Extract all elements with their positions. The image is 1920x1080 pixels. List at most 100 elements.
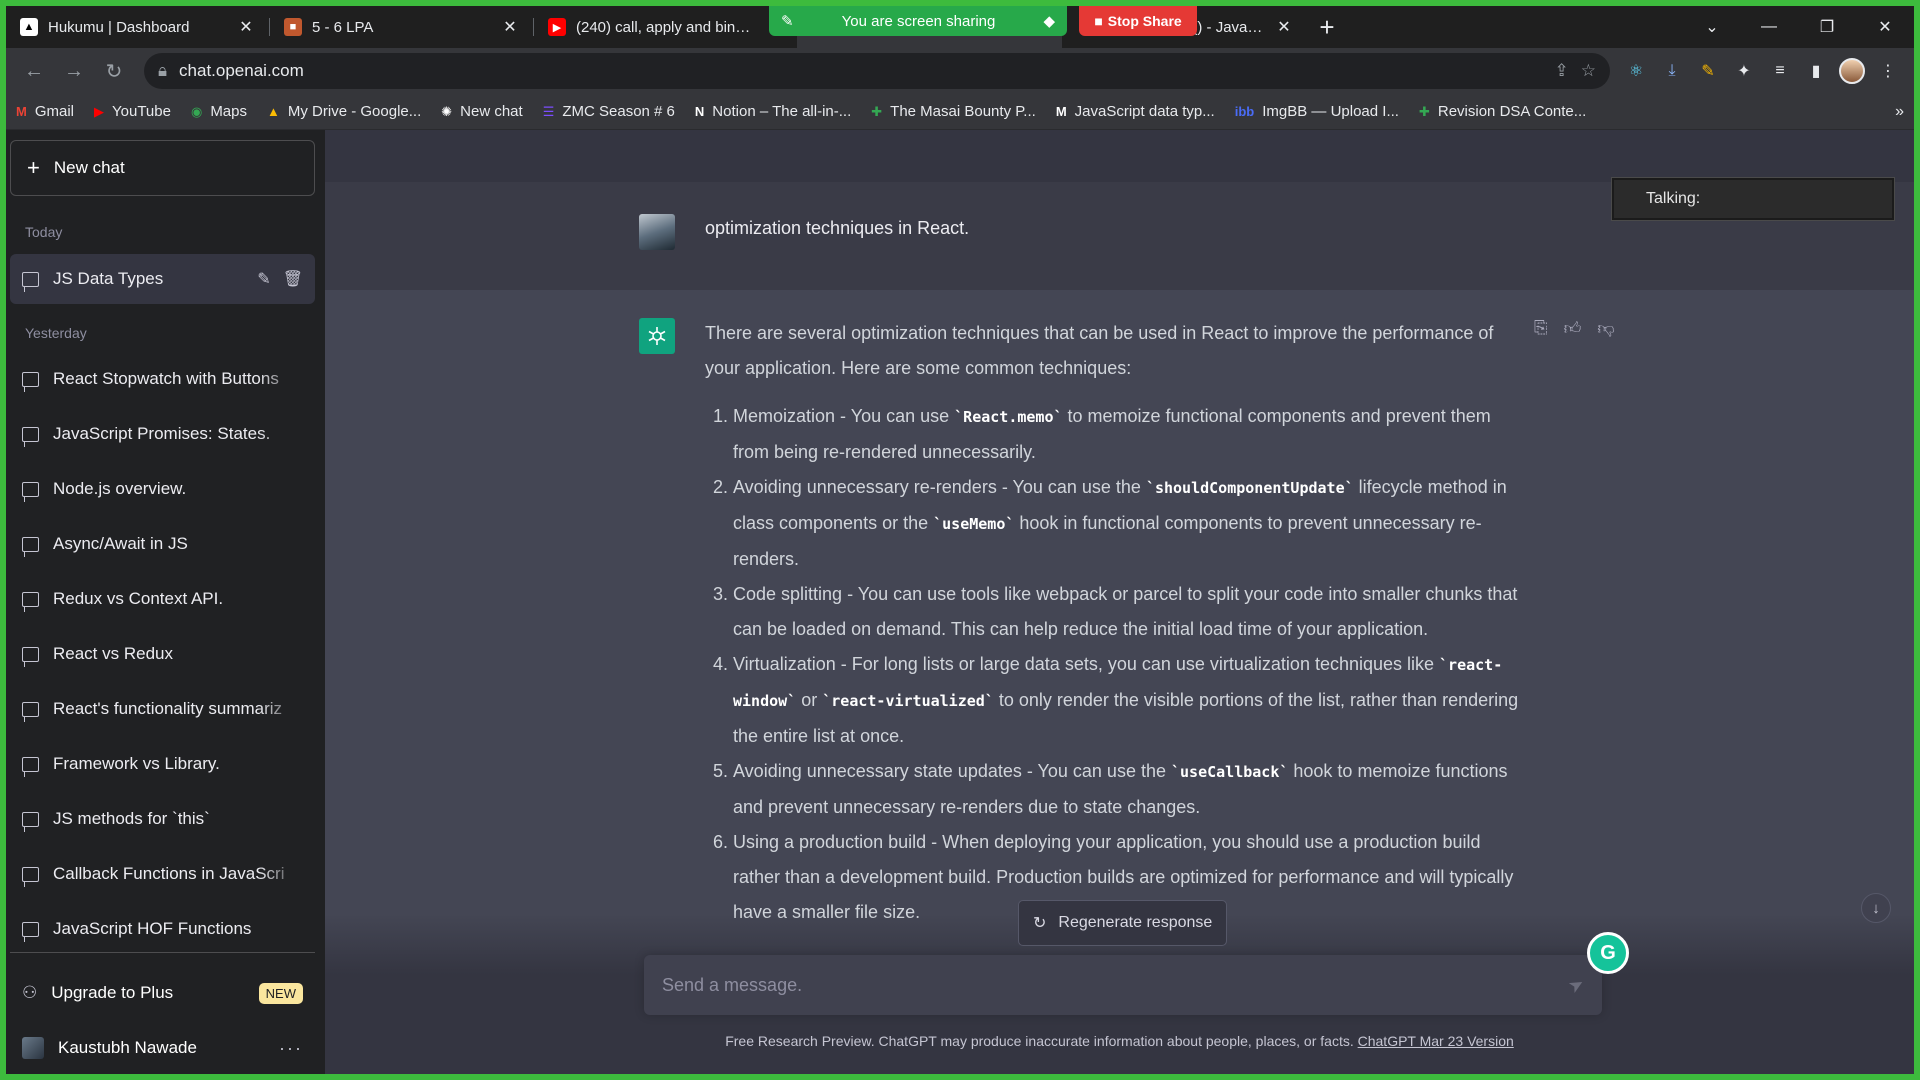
sidebar-chat-item[interactable]: Node.js overview. <box>10 464 315 514</box>
new-tab-icon[interactable]: + <box>1307 6 1347 48</box>
sidebar-chat-item[interactable]: React's functionality summariz <box>10 684 315 734</box>
chat-title: React vs Redux <box>53 644 173 663</box>
copy-icon[interactable]: ⎘ <box>1534 318 1548 339</box>
thumbs-up-icon[interactable]: 👍︎ <box>1564 318 1582 339</box>
bookmark-item[interactable]: ibb ImgBB — Upload I... <box>1235 103 1399 120</box>
bookmark-star-icon[interactable]: ☆ <box>1581 61 1596 81</box>
forward-arrow-icon[interactable]: → <box>56 53 92 89</box>
stop-share-button[interactable]: ■ Stop Share <box>1079 6 1197 36</box>
chat-actions: ✎ 🗑︎ <box>257 269 303 289</box>
regenerate-label: Regenerate response <box>1058 914 1213 931</box>
bookmark-favicon-icon: ▲ <box>267 104 280 119</box>
user-message: optimization techniques in React. <box>705 218 970 238</box>
restore-icon[interactable]: ❐ <box>1798 6 1856 48</box>
user-menu-button[interactable]: Kaustubh Nawade ··· <box>10 1023 315 1073</box>
lock-icon[interactable]: 🔒︎ <box>158 61 167 81</box>
chatgpt-logo-icon <box>639 318 675 354</box>
sidebar-chat-item[interactable]: Callback Functions in JavaScri <box>10 849 315 899</box>
chat-bubble-icon <box>22 701 39 722</box>
sidebar-chat-item[interactable]: Redux vs Context API. <box>10 574 315 624</box>
chat-title: React's functionality summariz <box>53 699 283 718</box>
inline-code: `useCallback` <box>1170 763 1289 781</box>
close-tab-icon[interactable]: ✕ <box>237 17 255 37</box>
download-icon[interactable]: ⤓ <box>1656 55 1688 87</box>
bookmark-item[interactable]: N Notion – The all-in-... <box>695 103 851 120</box>
more-options-icon[interactable]: ··· <box>279 1038 303 1059</box>
chat-bubble-icon <box>22 536 39 557</box>
sidebar-chat-item[interactable]: JS Data Types ✎ 🗑︎ <box>10 254 315 304</box>
chat-bubble-icon <box>22 271 39 292</box>
share-icon[interactable]: ⇪ <box>1555 61 1569 81</box>
sidebar-chat-item[interactable]: React vs Redux <box>10 629 315 679</box>
bookmark-item[interactable]: ✺ New chat <box>441 103 522 120</box>
version-link[interactable]: ChatGPT Mar 23 Version <box>1358 1033 1514 1049</box>
bookmark-item[interactable]: ▲ My Drive - Google... <box>267 103 421 120</box>
thumbs-down-icon[interactable]: 👎︎ <box>1597 318 1614 339</box>
bookmark-favicon-icon: ◉ <box>190 103 203 119</box>
reload-icon[interactable]: ↻ <box>96 53 132 89</box>
tab-favicon-icon: ■ <box>284 18 302 36</box>
sidebar-chat-item[interactable]: Framework vs Library. <box>10 739 315 789</box>
bookmark-item[interactable]: ✚ Revision DSA Conte... <box>1419 103 1586 120</box>
bookmark-item[interactable]: M JavaScript data typ... <box>1056 103 1215 120</box>
technique-item: Avoiding unnecessary re-renders - You ca… <box>733 470 1525 577</box>
sidebar-chat-item[interactable]: JavaScript HOF Functions <box>10 904 315 954</box>
bookmark-item[interactable]: ✚ The Masai Bounty P... <box>871 103 1036 120</box>
tab-title: (240) call, apply and bind m <box>576 18 755 36</box>
shield-check-icon: ◆ <box>1043 13 1055 30</box>
browser-menu-icon[interactable]: ⋮ <box>1872 55 1904 87</box>
browser-tab[interactable]: ■ 5 - 6 LPA ✕ <box>270 6 533 48</box>
screen-share-banner: ✎ You are screen sharing ◆ <box>769 6 1067 36</box>
grammarly-icon[interactable]: G <box>1587 932 1629 974</box>
sidebar-chat-item[interactable]: Async/Await in JS <box>10 519 315 569</box>
side-panel-icon[interactable]: ▮ <box>1800 55 1832 87</box>
bookmark-item[interactable]: M Gmail <box>16 103 74 120</box>
footer-text: Free Research Preview. ChatGPT may produ… <box>725 1033 1358 1049</box>
sidebar-chat-item[interactable]: JS methods for `this` <box>10 794 315 844</box>
regenerate-response-button[interactable]: ↻ Regenerate response <box>1018 900 1228 946</box>
browser-tab[interactable]: ▲ Hukumu | Dashboard ✕ <box>6 6 269 48</box>
tab-search-icon[interactable]: ⌄ <box>1692 6 1732 48</box>
browser-window: ▲ Hukumu | Dashboard ✕ ■ 5 - 6 LPA ✕ ▶ (240) ca… <box>6 6 1914 1074</box>
inline-code: `React.memo` <box>954 408 1063 426</box>
bookmark-item[interactable]: ☰ ZMC Season # 6 <box>543 103 675 120</box>
extensions-puzzle-icon[interactable]: ✦ <box>1728 55 1760 87</box>
chat-bubble-icon <box>22 921 39 942</box>
trash-icon[interactable]: 🗑︎ <box>283 269 303 289</box>
bookmark-favicon-icon: ibb <box>1234 104 1255 119</box>
extensions-area: ⚛ ⤓ ✎ ✦ ≡ ▮ ⋮ <box>1620 55 1904 87</box>
color-picker-icon[interactable]: ✎ <box>1692 55 1724 87</box>
url-text: chat.openai.com <box>179 61 304 80</box>
talking-overlay: Talking: <box>1612 178 1894 220</box>
bookmark-label: JavaScript data typ... <box>1074 103 1215 120</box>
tab-favicon-icon: ▲ <box>20 18 38 36</box>
edit-icon[interactable]: ✎ <box>257 269 270 289</box>
bookmark-item[interactable]: ▶ YouTube <box>94 103 171 120</box>
message-actions: ⎘ 👍︎ 👎︎ <box>1534 318 1615 339</box>
bookmark-favicon-icon: M <box>16 104 27 119</box>
scroll-down-icon[interactable]: ↓ <box>1861 893 1891 923</box>
sidebar-chat-item[interactable]: React Stopwatch with Buttons <box>10 354 315 404</box>
bookmark-item[interactable]: ◉ Maps <box>191 103 247 120</box>
close-tab-icon[interactable]: ✕ <box>1275 17 1293 37</box>
bookmark-label: Gmail <box>34 103 75 120</box>
technique-list: Memoization - You can use `React.memo` t… <box>705 399 1525 930</box>
more-bookmarks-icon[interactable]: » <box>1895 103 1904 121</box>
profile-avatar[interactable] <box>1836 55 1868 87</box>
react-devtools-icon[interactable]: ⚛ <box>1620 55 1652 87</box>
close-tab-icon[interactable]: ✕ <box>501 17 519 37</box>
media-queue-icon[interactable]: ≡ <box>1764 55 1796 87</box>
inline-code: `useMemo` <box>933 515 1015 533</box>
address-bar[interactable]: 🔒︎ chat.openai.com ⇪ ☆ <box>144 53 1610 89</box>
plus-icon: + <box>27 155 40 180</box>
chat-title: Redux vs Context API. <box>53 589 224 608</box>
minimize-icon[interactable]: — <box>1740 6 1798 48</box>
message-input[interactable]: Send a message. ➤ <box>644 955 1602 1015</box>
sidebar-chat-item[interactable]: JavaScript Promises: States. <box>10 409 315 459</box>
browser-tab[interactable]: ▶(240) call, apply and bind m✕ <box>534 6 797 48</box>
new-chat-button[interactable]: + New chat <box>10 140 315 196</box>
chat-bubble-icon <box>22 866 39 887</box>
close-window-icon[interactable]: ✕ <box>1856 6 1914 48</box>
back-arrow-icon[interactable]: ← <box>16 53 52 89</box>
upgrade-to-plus-button[interactable]: ⚇ Upgrade to Plus NEW <box>10 968 315 1018</box>
